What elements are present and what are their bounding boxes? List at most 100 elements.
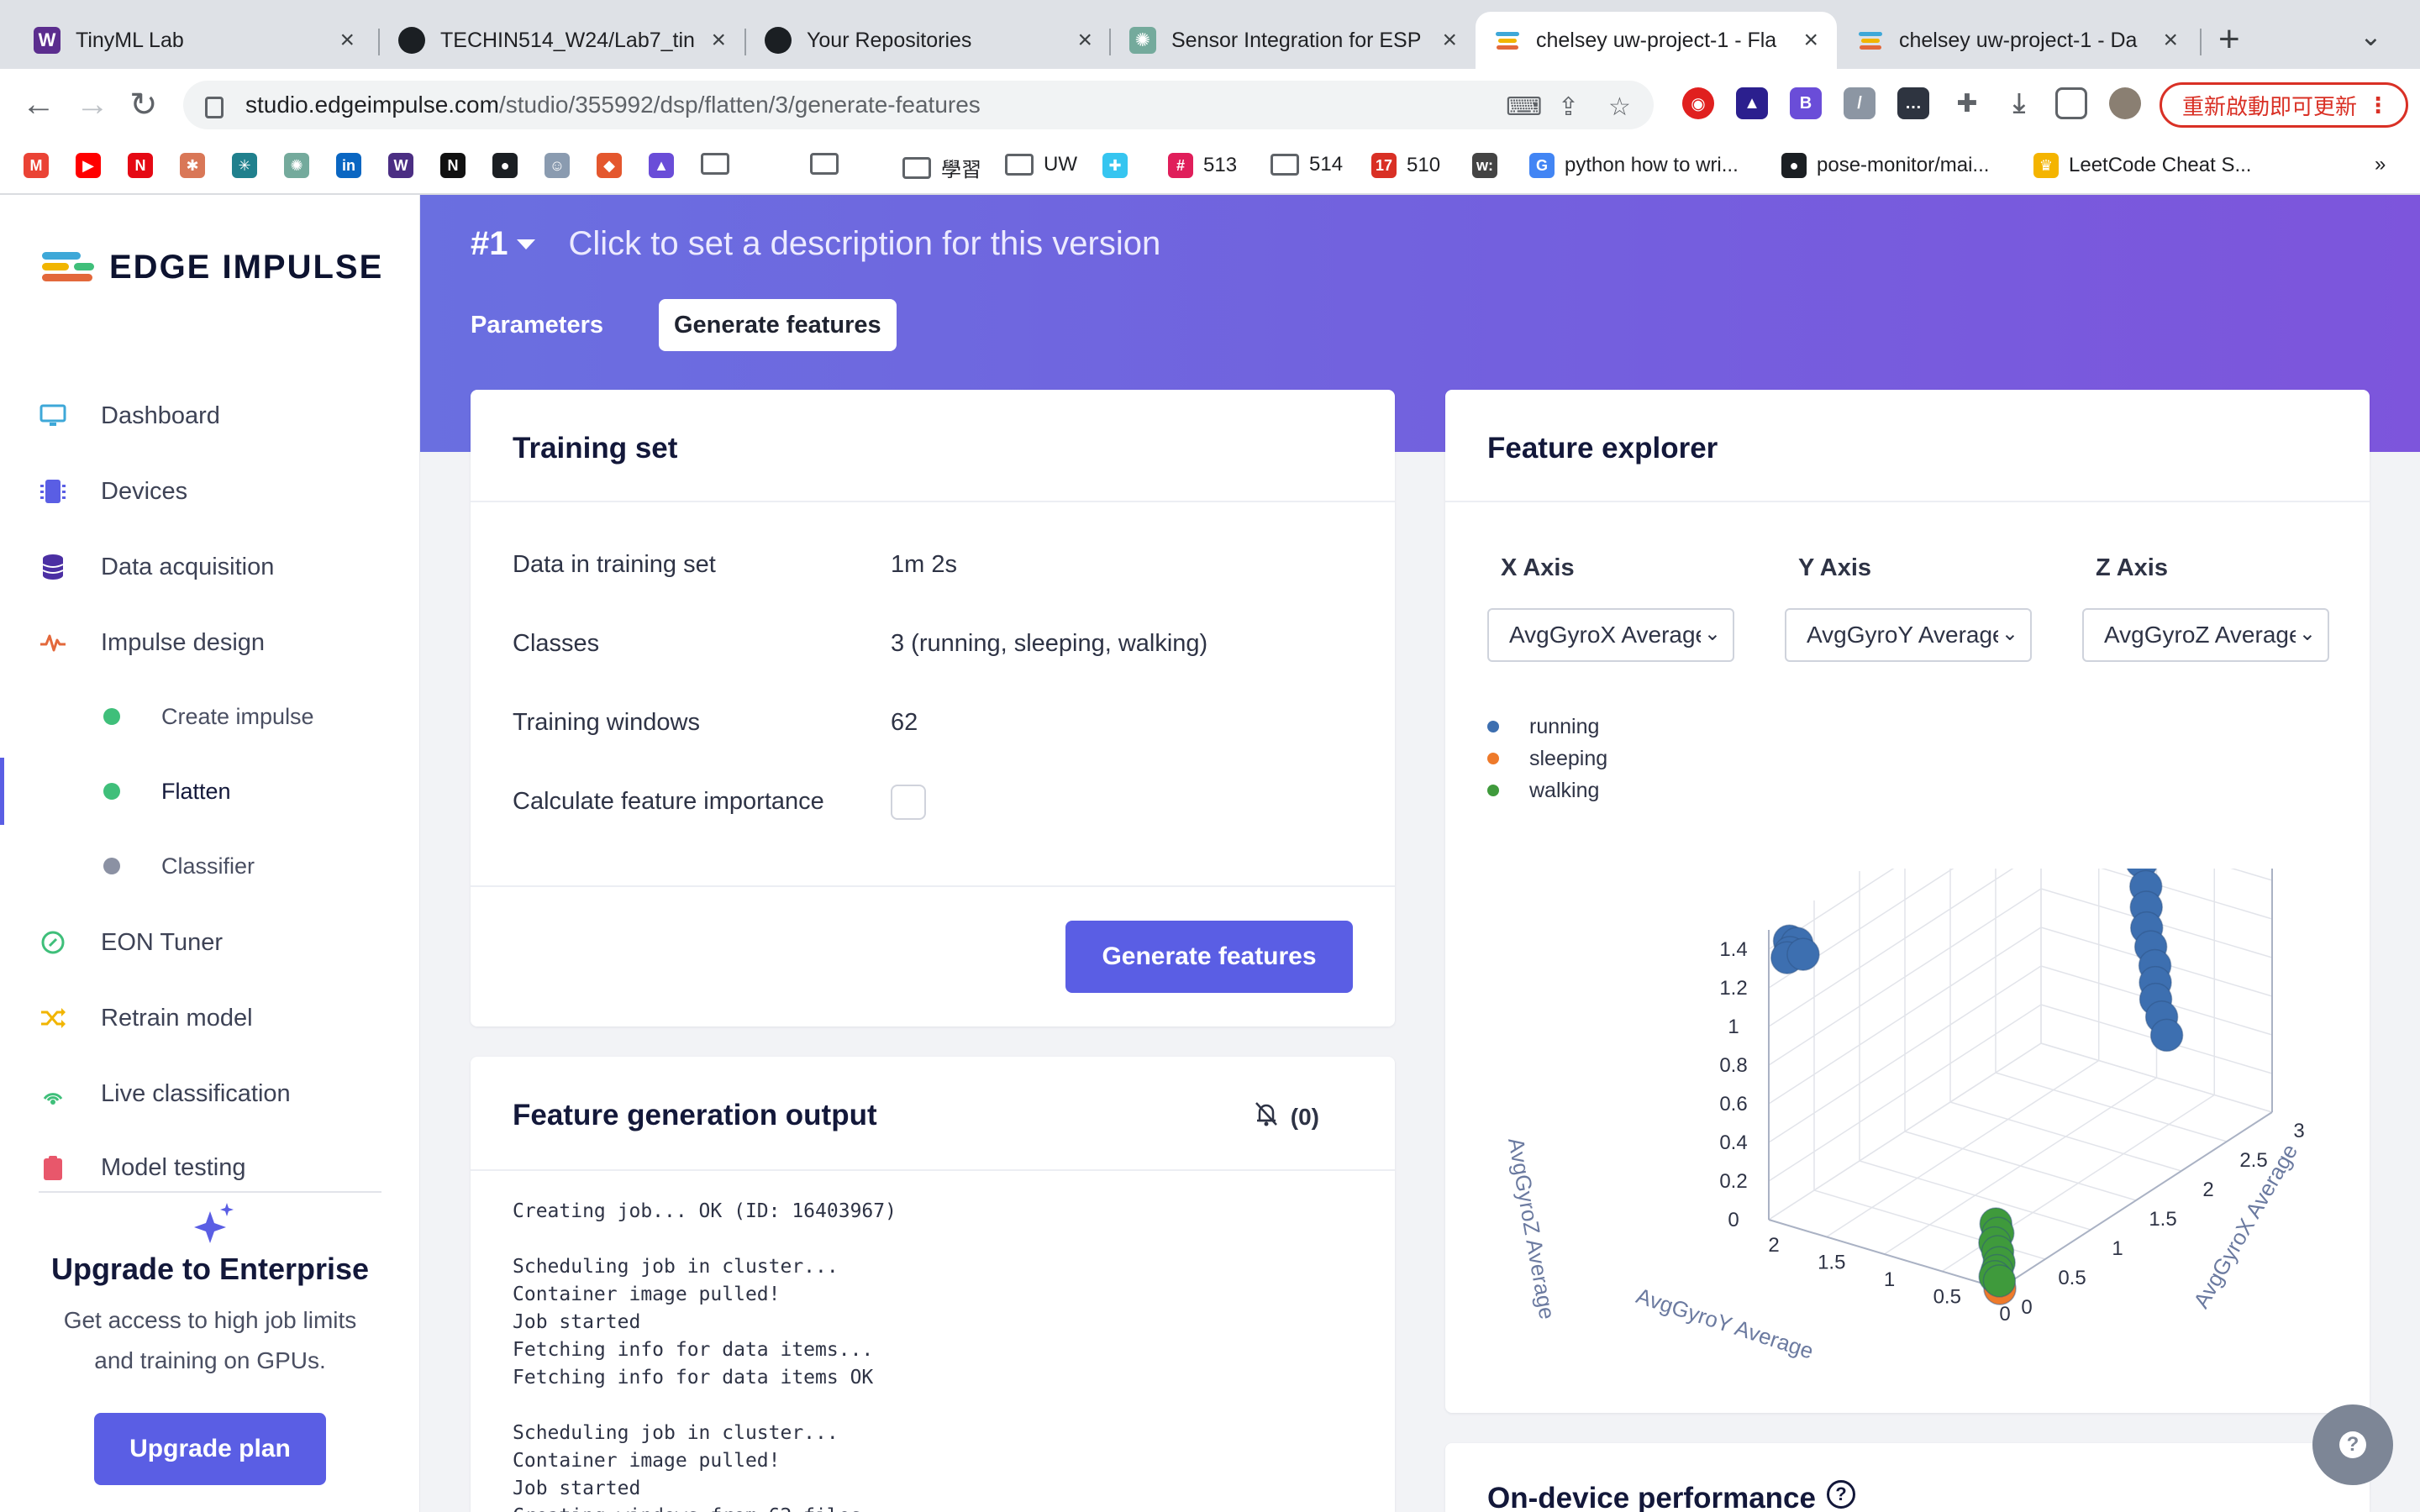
chevron-down-icon[interactable]: ⌄ (2360, 20, 2382, 52)
sidebar-item-model-testing[interactable]: Model testing (0, 1134, 420, 1184)
data-point-running[interactable] (2149, 1018, 2184, 1053)
data-point-running[interactable] (1786, 937, 1820, 971)
y-tick-label: 0 (1999, 1303, 2010, 1326)
new-tab-icon[interactable]: + (2218, 18, 2240, 60)
bookmark-item[interactable]: 學習 (902, 153, 981, 182)
bookmark-item[interactable]: ▲ (649, 153, 684, 178)
sidebar-item-data-acquisition[interactable]: Data acquisition (0, 533, 420, 601)
address-bar[interactable]: studio.edgeimpulse.com/studio/355992/dsp… (183, 81, 1654, 129)
bookmark-item[interactable]: Gpython how to wri... (1529, 153, 1739, 178)
feature-importance-checkbox[interactable] (891, 785, 926, 820)
bookmark-item[interactable]: N (128, 153, 163, 178)
tab-separator (2200, 29, 2202, 55)
bookmark-item[interactable]: in (336, 153, 371, 178)
close-icon[interactable]: × (339, 26, 355, 55)
browser-tab-active[interactable]: chelsey uw-project-1 - Fla × (1476, 12, 1837, 69)
bookmarks-overflow-icon[interactable]: » (2375, 153, 2386, 176)
bookmark-item[interactable]: ♛ LeetCode Cheat S... (2033, 153, 2251, 178)
z-axis-select[interactable]: AvgGyroZ Average ⌄ (2082, 608, 2329, 662)
edge-impulse-logo[interactable]: EDGE IMPULSE (42, 247, 383, 287)
bookmark-item[interactable]: N (440, 153, 476, 178)
bookmark-item[interactable]: ✚ (1102, 153, 1138, 178)
sidebar-item-retrain-model[interactable]: Retrain model (0, 984, 420, 1052)
browser-tab[interactable]: W TinyML Lab × (15, 12, 373, 69)
bookmark-item[interactable]: ✺ (284, 153, 319, 178)
translate-icon[interactable]: ⌨ (1506, 92, 1542, 122)
feature-scatter-3d-chart[interactable]: 00.20.40.60.811.21.400.511.5200.511.522.… (1470, 869, 2344, 1389)
browser-tab[interactable]: chelsey uw-project-1 - Da × (1839, 12, 2196, 69)
share-icon[interactable]: ⇪ (1558, 92, 1579, 122)
folder-icon (701, 153, 729, 175)
bookmark-item[interactable]: 17 510 (1371, 153, 1440, 178)
sidebar-item-eon-tuner[interactable]: EON Tuner (0, 909, 420, 976)
back-arrow-icon[interactable]: ← (22, 86, 55, 123)
bookmark-item[interactable]: #513 (1168, 153, 1237, 178)
log-line: Scheduling job in cluster... (513, 1422, 839, 1444)
sidebar-item-impulse-design[interactable]: Impulse design (0, 609, 420, 676)
sidebar-subitem-classifier[interactable]: Classifier (0, 832, 420, 900)
sidepanel-icon[interactable] (2055, 87, 2087, 119)
bookmark-item[interactable]: ▶ (76, 153, 111, 178)
training-set-card: Training set Data in training set 1m 2s … (471, 390, 1395, 1026)
dots-extension-icon[interactable]: … (1897, 87, 1929, 119)
bookmark-item[interactable]: ◆ (597, 153, 632, 178)
help-circle-icon[interactable]: ? (1827, 1480, 1855, 1509)
sidebar-item-devices[interactable]: Devices (0, 458, 420, 525)
z-tick-label: 0.6 (1719, 1093, 1747, 1116)
version-description[interactable]: Click to set a description for this vers… (569, 225, 1161, 263)
star-icon[interactable]: ☆ (1608, 92, 1631, 122)
log-line: Fetching info for data items OK (513, 1367, 874, 1389)
tab-parameters[interactable]: Parameters (455, 299, 618, 351)
close-icon[interactable]: × (1077, 26, 1092, 55)
sidebar-subitem-flatten[interactable]: Flatten (0, 758, 420, 825)
browser-tab[interactable]: Your Repositories × (746, 12, 1111, 69)
puzzle-icon[interactable]: ✚ (1951, 87, 1983, 119)
y-axis-select[interactable]: AvgGyroY Average ⌄ (1785, 608, 2032, 662)
graduation-cap-icon[interactable]: ▲ (1736, 87, 1768, 119)
legend-item[interactable]: running (1487, 711, 1607, 743)
tab-generate-features[interactable]: Generate features (659, 299, 897, 351)
bookmark-item[interactable] (701, 153, 739, 175)
x-axis-select[interactable]: AvgGyroX Average ⌄ (1487, 608, 1734, 662)
kebab-menu-icon: ⋮ (2367, 92, 2389, 118)
bookmark-item[interactable]: ● pose-monitor/mai... (1781, 153, 1989, 178)
row-label: Data in training set (513, 551, 716, 578)
sidebar-item-live-classification[interactable]: Live classification (0, 1060, 420, 1127)
bookmark-item[interactable]: 514 (1270, 153, 1343, 176)
bookmark-item[interactable]: ● (492, 153, 528, 178)
pen-extension-icon[interactable]: / (1844, 87, 1876, 119)
close-icon[interactable]: × (1803, 26, 1818, 55)
close-icon[interactable]: × (1442, 26, 1457, 55)
ad-blocker-icon[interactable]: ◉ (1682, 87, 1714, 119)
browser-tab[interactable]: ✺ Sensor Integration for ESP × (1111, 12, 1476, 69)
close-icon[interactable]: × (711, 26, 726, 55)
version-selector[interactable]: #1 Click to set a description for this v… (471, 225, 1160, 263)
sidebar-subitem-create-impulse[interactable]: Create impulse (0, 683, 420, 750)
help-button[interactable]: ? (2312, 1404, 2393, 1485)
b-extension-icon[interactable]: B (1790, 87, 1822, 119)
select-value: AvgGyroX Average (1509, 622, 1709, 648)
reload-icon[interactable]: ↻ (129, 86, 158, 124)
data-point-walking[interactable] (1982, 1264, 2017, 1298)
download-icon[interactable]: ⤓ (2003, 87, 2035, 119)
bookmark-item[interactable]: ✱ (180, 153, 215, 178)
upgrade-plan-button[interactable]: Upgrade plan (94, 1413, 326, 1485)
restart-to-update-button[interactable]: 重新啟動即可更新 ⋮ (2160, 82, 2408, 128)
browser-tab[interactable]: TECHIN514_W24/Lab7_tin × (380, 12, 744, 69)
legend-item[interactable]: sleeping (1487, 743, 1607, 774)
close-icon[interactable]: × (2163, 26, 2178, 55)
notification-toggle[interactable]: (0) (1252, 1100, 1319, 1133)
bookmark-item[interactable]: M (24, 153, 59, 178)
bookmark-item[interactable]: UW (1005, 153, 1077, 176)
bookmark-item[interactable]: w: (1472, 153, 1507, 178)
bookmark-item[interactable]: ✳ (232, 153, 267, 178)
avatar[interactable] (2109, 87, 2141, 119)
sidebar-item-dashboard[interactable]: Dashboard (0, 382, 420, 449)
sparkle-icon (192, 1201, 239, 1249)
generate-features-button[interactable]: Generate features (1065, 921, 1353, 993)
legend-item[interactable]: walking (1487, 774, 1607, 806)
bookmark-item[interactable] (810, 153, 849, 175)
bookmark-item[interactable]: W (388, 153, 424, 178)
forward-arrow-icon[interactable]: → (76, 86, 109, 123)
bookmark-item[interactable]: ☺ (544, 153, 580, 178)
